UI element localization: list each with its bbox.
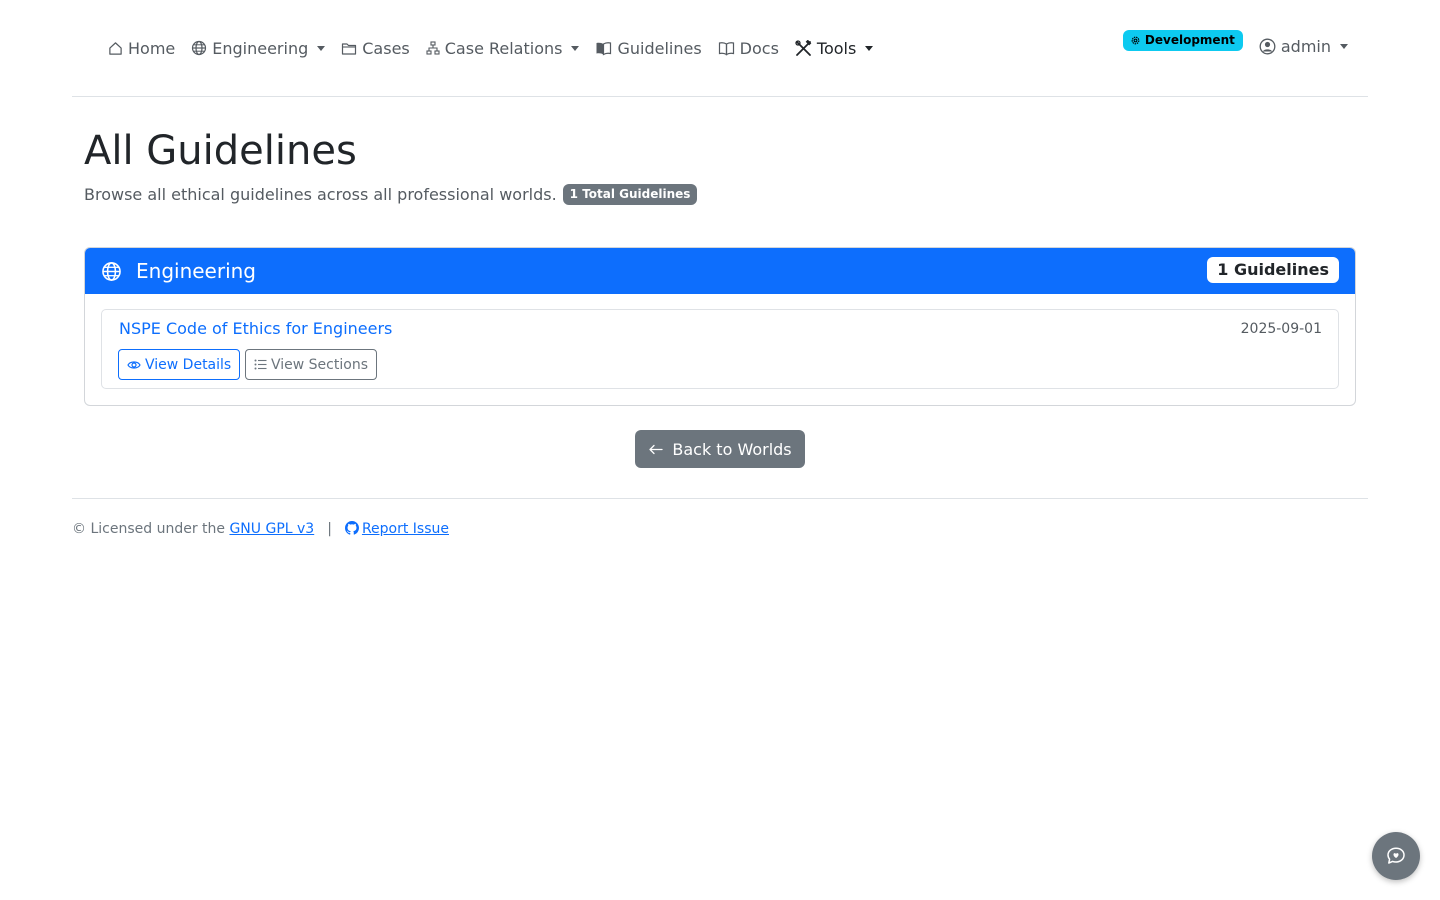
github-icon xyxy=(344,521,359,535)
page-footer: © Licensed under the GNU GPL v3 | Report… xyxy=(72,498,1368,537)
chevron-down-icon xyxy=(317,45,326,51)
footer-text: © Licensed under the GNU GPL v3 | Report… xyxy=(72,521,449,537)
report-issue-label: Report Issue xyxy=(361,521,449,537)
person-circle-icon xyxy=(1259,38,1276,55)
nav-engineering-label: Engineering xyxy=(212,38,309,58)
guideline-list-item: NSPE Code of Ethics for Engineers 2025-0… xyxy=(101,309,1339,389)
total-guidelines-badge: 1 Total Guidelines xyxy=(562,184,698,205)
view-sections-button[interactable]: View Sections xyxy=(245,349,377,380)
open-book-icon xyxy=(718,41,734,56)
chevron-down-icon xyxy=(571,45,580,51)
world-card-header: Engineering 1 Guidelines xyxy=(85,248,1355,294)
world-guidelines-count-badge: 1 Guidelines xyxy=(1207,257,1339,283)
back-to-worlds-label: Back to Worlds xyxy=(672,439,792,459)
guideline-date: 2025-09-01 xyxy=(1240,321,1322,337)
chat-widget-button[interactable] xyxy=(1372,832,1420,880)
page-subtitle-text: Browse all ethical guidelines across all… xyxy=(84,185,557,204)
list-icon xyxy=(254,359,267,370)
world-name: Engineering xyxy=(136,259,256,283)
guideline-title-link[interactable]: NSPE Code of Ethics for Engineers xyxy=(119,319,392,338)
book-icon xyxy=(596,41,612,56)
page-subtitle: Browse all ethical guidelines across all… xyxy=(84,184,698,205)
nav-tools-dropdown[interactable]: Tools xyxy=(795,38,874,58)
user-menu-dropdown[interactable]: admin xyxy=(1259,37,1348,56)
nav-home[interactable]: Home xyxy=(108,39,175,58)
world-card-engineering: Engineering 1 Guidelines NSPE Code of Et… xyxy=(84,247,1356,406)
nav-case-relations-dropdown[interactable]: Case Relations xyxy=(426,39,580,58)
nav-cases-label: Cases xyxy=(362,38,410,58)
house-icon xyxy=(109,41,122,55)
nav-right: Development admin xyxy=(1122,30,1348,56)
license-link[interactable]: GNU GPL v3 xyxy=(229,521,314,537)
nav-cases[interactable]: Cases xyxy=(341,39,410,58)
main-nav: Home Engineering Cases Case Relations Gu… xyxy=(108,36,889,60)
tools-icon xyxy=(795,39,812,56)
view-details-button[interactable]: View Details xyxy=(118,349,241,380)
diagram-icon xyxy=(426,41,440,55)
environment-badge-label: Development xyxy=(1144,33,1235,47)
chat-heart-icon xyxy=(1387,847,1405,864)
report-issue-link[interactable]: Report Issue xyxy=(344,521,449,537)
globe-icon xyxy=(102,261,121,281)
nav-guidelines[interactable]: Guidelines xyxy=(595,38,702,58)
chevron-down-icon xyxy=(1340,44,1348,49)
back-to-worlds-button[interactable]: Back to Worlds xyxy=(635,430,805,468)
arrow-left-icon xyxy=(649,444,664,454)
nav-tools-label: Tools xyxy=(816,38,857,58)
gear-icon xyxy=(1131,36,1140,44)
chevron-down-icon xyxy=(865,45,874,51)
nav-docs[interactable]: Docs xyxy=(718,39,779,58)
nav-home-label: Home xyxy=(128,38,176,58)
user-name: admin xyxy=(1280,37,1331,56)
top-navbar: Home Engineering Cases Case Relations Gu… xyxy=(72,0,1368,97)
footer-separator: | xyxy=(327,521,332,537)
license-text: © Licensed under the xyxy=(72,521,225,537)
nav-case-relations-label: Case Relations xyxy=(444,38,563,58)
view-details-label: View Details xyxy=(145,356,232,373)
page-title: All Guidelines xyxy=(84,128,357,174)
view-sections-label: View Sections xyxy=(271,356,368,373)
folder-icon xyxy=(342,42,357,55)
nav-engineering-dropdown[interactable]: Engineering xyxy=(191,38,326,58)
eye-icon xyxy=(127,360,141,369)
nav-guidelines-label: Guidelines xyxy=(617,38,702,58)
nav-docs-label: Docs xyxy=(739,38,779,58)
environment-badge: Development xyxy=(1122,30,1243,51)
globe-icon xyxy=(192,40,207,56)
